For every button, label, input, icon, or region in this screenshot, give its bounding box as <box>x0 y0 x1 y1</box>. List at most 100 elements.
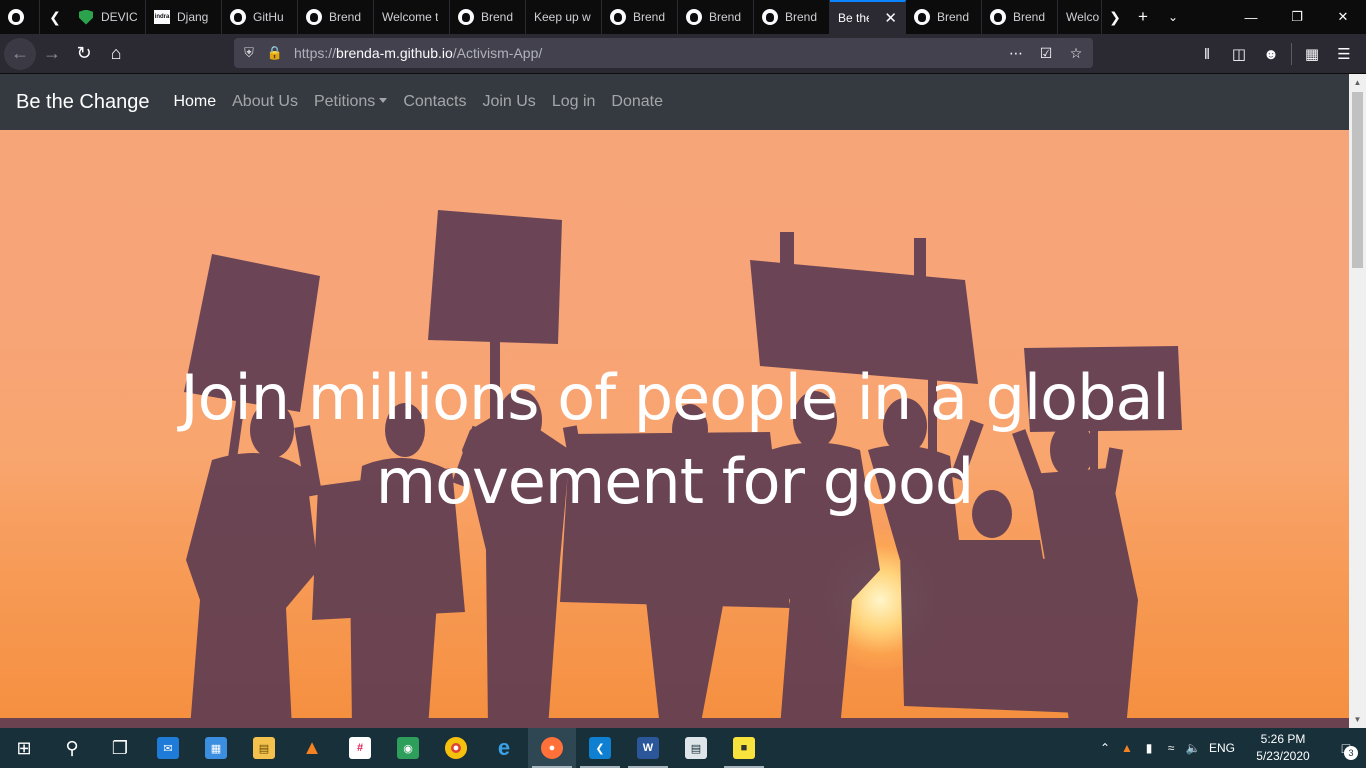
photos-icon[interactable]: ▤ <box>672 728 720 768</box>
tab-title: Welco <box>1066 10 1100 24</box>
nav-contacts[interactable]: Contacts <box>403 93 466 111</box>
scroll-up-icon[interactable]: ▲ <box>1349 74 1366 91</box>
github-icon <box>686 9 702 25</box>
forward-icon[interactable]: → <box>36 38 68 70</box>
github-icon <box>306 9 322 25</box>
clock-time: 5:26 PM <box>1260 732 1306 746</box>
nav-home[interactable]: Home <box>173 93 216 111</box>
system-clock[interactable]: 5:26 PM 5/23/2020 <box>1240 731 1326 765</box>
home-icon[interactable]: ⌂ <box>100 38 132 70</box>
tracking-protection-icon[interactable]: ⛨ <box>238 38 260 68</box>
word-icon[interactable]: W <box>624 728 672 768</box>
scrollbar-thumb[interactable] <box>1352 92 1363 268</box>
tab-brenda-6[interactable]: Brend <box>906 0 982 34</box>
hero-banner: Join millions of people in a global move… <box>0 130 1349 728</box>
pocket-icon[interactable]: ☑ <box>1033 40 1059 66</box>
mail-icon[interactable]: ✉ <box>144 728 192 768</box>
page-actions-icon[interactable]: ⋯ <box>1003 40 1029 66</box>
system-tray: ⌃ ▲ ▮ ≈ 🔈 ENG 5:26 PM 5/23/2020 □ 3 <box>1094 728 1366 768</box>
wifi-icon[interactable]: ≈ <box>1160 728 1182 768</box>
maps-icon[interactable]: ◉ <box>384 728 432 768</box>
store-icon[interactable]: ▦ <box>192 728 240 768</box>
hero-headline: Join millions of people in a global move… <box>100 356 1249 524</box>
tab-title: Brend <box>785 10 818 24</box>
nav-login[interactable]: Log in <box>552 93 596 111</box>
close-tab-icon[interactable]: ✕ <box>884 9 897 27</box>
restore-icon[interactable]: ❐ <box>1274 0 1320 34</box>
github-icon <box>8 9 24 25</box>
url-bar[interactable]: ⛨ 🔒 https://brenda-m.github.io/Activism-… <box>234 38 1093 68</box>
search-icon[interactable]: ⚲ <box>48 728 96 768</box>
tab-brenda-3[interactable]: Brend <box>602 0 678 34</box>
tab-title: Welcome t <box>382 10 439 24</box>
slack-icon[interactable]: # <box>336 728 384 768</box>
scroll-tabs-left-icon[interactable]: ❮ <box>40 0 70 34</box>
nav-join[interactable]: Join Us <box>482 93 535 111</box>
tab-brenda-5[interactable]: Brend <box>754 0 830 34</box>
library-icon[interactable]: ‖ <box>1191 38 1223 70</box>
input-language[interactable]: ENG <box>1204 728 1240 768</box>
tab-brenda-2[interactable]: Brend <box>450 0 526 34</box>
task-view-icon[interactable]: ❐ <box>96 728 144 768</box>
firefox-icon[interactable]: ● <box>528 728 576 768</box>
tab-django[interactable]: indra Djang <box>146 0 222 34</box>
page-viewport: Be the Change Home About Us Petitions Co… <box>0 74 1349 728</box>
caret-down-icon <box>379 98 388 103</box>
show-hidden-icons-icon[interactable]: ⌃ <box>1094 728 1116 768</box>
tab-brenda-1[interactable]: Brend <box>298 0 374 34</box>
page-scrollbar[interactable]: ▲ ▼ <box>1349 74 1366 728</box>
file-explorer-icon[interactable]: ▤ <box>240 728 288 768</box>
url-scheme: https:// <box>294 45 337 61</box>
github-icon <box>990 9 1006 25</box>
tab-title: Brend <box>1013 10 1046 24</box>
sticky-notes-icon[interactable]: ■ <box>720 728 768 768</box>
tab-brenda-4[interactable]: Brend <box>678 0 754 34</box>
windows-start-icon[interactable]: ⊞ <box>0 728 48 768</box>
edge-icon[interactable]: e <box>480 728 528 768</box>
github-icon <box>230 9 246 25</box>
account-icon[interactable]: ☻ <box>1255 38 1287 70</box>
volume-icon[interactable]: 🔈 <box>1182 728 1204 768</box>
nav-about[interactable]: About Us <box>232 93 298 111</box>
hero-headline-line-2: movement for good <box>375 445 975 518</box>
url-domain: brenda-m.github.io <box>336 45 453 61</box>
vlc-tray-icon[interactable]: ▲ <box>1116 728 1138 768</box>
scroll-tabs-right-icon[interactable]: ❯ <box>1102 0 1128 34</box>
nav-donate[interactable]: Donate <box>611 93 663 111</box>
vscode-icon[interactable]: ❮ <box>576 728 624 768</box>
tab-keep-up[interactable]: Keep up w <box>526 0 602 34</box>
menu-icon[interactable]: ☰ <box>1328 38 1360 70</box>
battery-icon[interactable]: ▮ <box>1138 728 1160 768</box>
nav-petitions-dropdown[interactable]: Petitions <box>314 93 388 111</box>
github-icon <box>458 9 474 25</box>
github-icon <box>762 9 778 25</box>
extensions-icon[interactable]: ▦ <box>1296 38 1328 70</box>
bookmark-star-icon[interactable]: ☆ <box>1063 40 1089 66</box>
chrome-icon[interactable]: ● <box>432 728 480 768</box>
tab-title: DEVIC <box>101 10 137 24</box>
toolbar-separator <box>1291 43 1292 65</box>
close-window-icon[interactable]: ✕ <box>1320 0 1366 34</box>
tab-welcome-2[interactable]: Welco <box>1058 0 1102 34</box>
minimize-icon[interactable]: — <box>1228 0 1274 34</box>
tab-title: Brend <box>709 10 742 24</box>
lock-icon[interactable]: 🔒 <box>264 38 286 68</box>
tab-brenda-7[interactable]: Brend <box>982 0 1058 34</box>
tab-github[interactable]: GitHu <box>222 0 298 34</box>
site-brand[interactable]: Be the Change <box>16 91 149 114</box>
tab-pinned-github[interactable] <box>0 0 40 34</box>
scroll-down-icon[interactable]: ▼ <box>1349 711 1366 728</box>
tab-title: Brend <box>937 10 970 24</box>
url-text[interactable]: https://brenda-m.github.io/Activism-App/ <box>294 45 542 61</box>
action-center-icon[interactable]: □ 3 <box>1326 728 1366 768</box>
window-controls: — ❐ ✕ <box>1228 0 1366 34</box>
sidebar-icon[interactable]: ◫ <box>1223 38 1255 70</box>
tab-be-the-change[interactable]: Be the ✕ <box>830 0 906 34</box>
list-all-tabs-icon[interactable]: ⌄ <box>1158 0 1188 34</box>
vlc-icon[interactable]: ▲ <box>288 728 336 768</box>
tab-welcome[interactable]: Welcome t <box>374 0 450 34</box>
reload-icon[interactable]: ↻ <box>68 38 100 70</box>
back-icon[interactable]: ← <box>4 37 36 70</box>
new-tab-icon[interactable]: + <box>1128 0 1158 34</box>
tab-devices[interactable]: DEVIC <box>70 0 146 34</box>
